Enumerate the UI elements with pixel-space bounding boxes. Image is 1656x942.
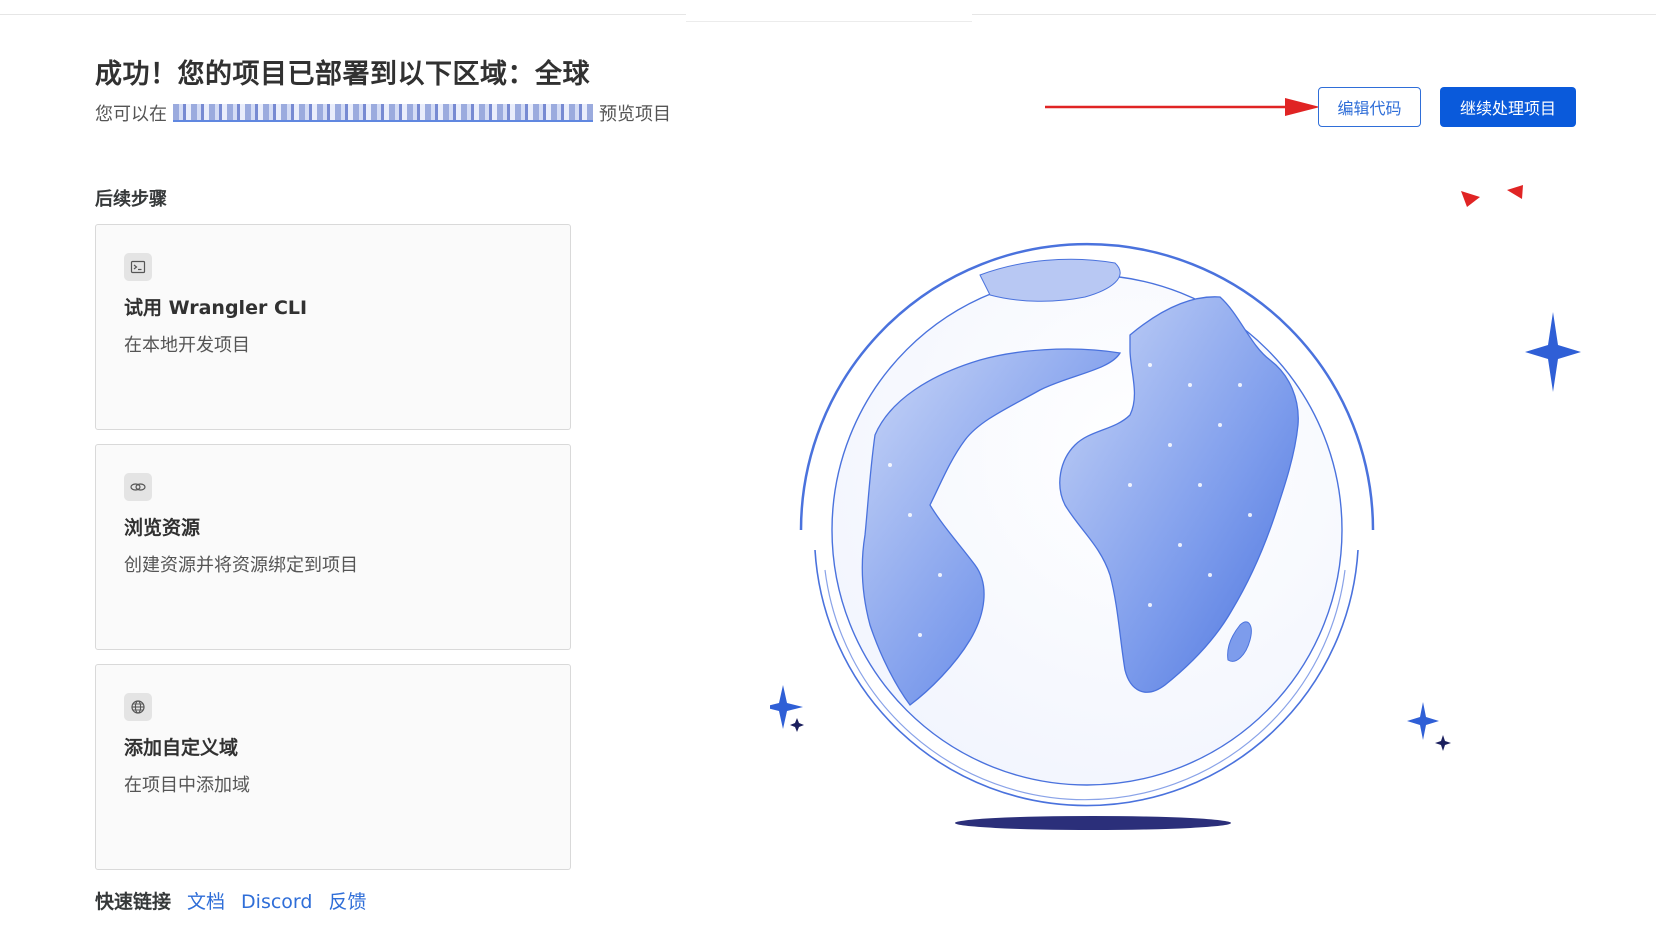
terminal-icon	[124, 253, 152, 281]
discord-link[interactable]: Discord	[241, 891, 312, 913]
quick-links: 快速链接 文档 Discord 反馈	[95, 887, 366, 914]
docs-link[interactable]: 文档	[187, 887, 225, 914]
edit-code-button[interactable]: 编辑代码	[1318, 87, 1421, 127]
quick-links-label: 快速链接	[95, 891, 172, 913]
preview-line: 您可以在 预览项目	[95, 100, 671, 126]
link-icon	[124, 473, 152, 501]
globe-illustration	[770, 185, 1581, 830]
continue-project-button[interactable]: 继续处理项目	[1440, 87, 1576, 127]
annotation-arrow-icon	[1045, 98, 1320, 116]
next-steps-heading: 后续步骤	[95, 189, 167, 210]
card-description: 创建资源并将资源绑定到项目	[124, 555, 358, 576]
card-custom-domain[interactable]: 添加自定义域 在项目中添加域	[95, 664, 571, 870]
card-title: 浏览资源	[124, 517, 201, 539]
preview-suffix: 预览项目	[599, 104, 671, 125]
card-title: 添加自定义域	[124, 737, 239, 759]
top-divider-tab	[686, 14, 972, 22]
card-wrangler-cli[interactable]: 试用 Wrangler CLI 在本地开发项目	[95, 224, 571, 430]
card-browse-resources[interactable]: 浏览资源 创建资源并将资源绑定到项目	[95, 444, 571, 650]
card-title: 试用 Wrangler CLI	[124, 297, 308, 319]
preview-url-link[interactable]	[173, 104, 593, 122]
card-description: 在本地开发项目	[124, 335, 250, 356]
page-title: 成功！您的项目已部署到以下区域：全球	[95, 59, 590, 90]
globe-icon	[124, 693, 152, 721]
card-description: 在项目中添加域	[124, 775, 250, 796]
preview-prefix: 您可以在	[95, 104, 167, 125]
feedback-link[interactable]: 反馈	[328, 887, 366, 914]
